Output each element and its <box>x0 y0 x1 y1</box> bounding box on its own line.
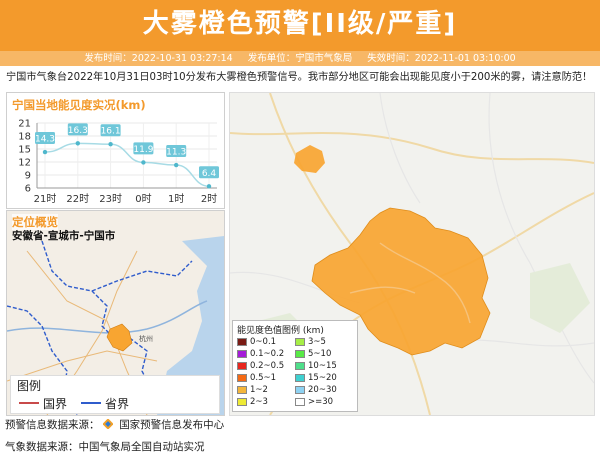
visibility-legend-label: 2~3 <box>250 397 268 407</box>
visibility-legend-label: 20~30 <box>308 385 337 395</box>
x-tick-label: 2时 <box>201 193 217 205</box>
y-tick-label: 15 <box>18 145 31 156</box>
visibility-legend-label: 3~5 <box>308 337 326 347</box>
y-tick-label: 21 <box>18 119 31 130</box>
data-label: 16.1 <box>101 127 121 137</box>
publish-time: 发布时间：2022-10-31 03:27:14 <box>84 53 233 64</box>
visibility-legend-swatch <box>237 349 247 358</box>
warning-source-line: 预警信息数据来源： 国家预警信息发布中心 <box>5 417 224 432</box>
visibility-legend-swatch <box>237 337 247 346</box>
national-boundary-swatch <box>19 402 39 404</box>
visibility-legend-label: 1~2 <box>250 385 268 395</box>
visibility-legend-swatch <box>295 397 305 406</box>
expire-time: 失效时间：2022-11-01 03:10:00 <box>367 53 516 64</box>
visibility-legend-label: 0.1~0.2 <box>250 349 285 359</box>
visibility-legend-item: 1~2 <box>237 385 268 395</box>
location-text: 安徽省-宣城市-宁国市 <box>12 230 116 242</box>
visibility-legend-title: 能见度色值图例 (km) <box>237 326 324 336</box>
data-label: 11.3 <box>166 148 186 158</box>
visibility-legend-swatch <box>295 385 305 394</box>
warning-source-label: 预警信息数据来源： <box>5 419 100 431</box>
visibility-point <box>75 141 81 146</box>
visibility-legend-label: >=30 <box>308 397 334 407</box>
x-tick-label: 0时 <box>135 193 151 205</box>
visibility-point <box>174 162 179 168</box>
y-tick-label: 12 <box>18 158 31 169</box>
boundary-legend: 图例 国界 省界 <box>10 375 220 414</box>
weather-source-line: 气象数据来源：中国气象局全国自动站实况 <box>5 441 205 453</box>
visibility-legend-swatch <box>295 361 305 370</box>
visibility-point <box>141 160 146 165</box>
provincial-boundary-label: 省界 <box>105 397 130 411</box>
visibility-legend-swatch <box>237 373 247 382</box>
visibility-legend-item: >=30 <box>295 397 333 407</box>
visibility-legend-item: 0.5~1 <box>237 373 276 383</box>
warning-center-logo-icon <box>102 418 114 430</box>
data-label: 6.4 <box>202 169 217 179</box>
y-tick-label: 18 <box>18 132 31 143</box>
boundary-legend-title: 图例 <box>17 379 42 393</box>
visibility-color-legend: 能见度色值图例 (km) 0~0.1 3~5 0.1~0.2 5~10 0.2~0.5 1… <box>232 320 358 412</box>
visibility-legend-label: 10~15 <box>308 361 337 371</box>
visibility-legend-label: 15~20 <box>308 373 337 383</box>
visibility-legend-item: 0.2~0.5 <box>237 361 284 371</box>
warning-header: 大雾橙色预警[II级/严重] <box>0 0 600 51</box>
visibility-legend-swatch <box>295 349 305 358</box>
visibility-legend-label: 0.5~1 <box>250 373 277 383</box>
visibility-legend-label: 0.2~0.5 <box>250 361 285 371</box>
visibility-legend-item: 15~20 <box>295 373 337 383</box>
x-tick-label: 23时 <box>99 193 122 205</box>
warning-title: 大雾橙色预警[II级/严重] <box>142 9 458 39</box>
x-tick-label: 22时 <box>66 193 89 205</box>
publisher: 发布单位：宁国市气象局 <box>247 53 353 64</box>
x-tick-label: 21时 <box>34 193 57 205</box>
warning-source-name: 国家预警信息发布中心 <box>119 419 225 431</box>
visibility-legend-item: 2~3 <box>237 397 268 407</box>
visibility-legend-swatch <box>295 337 305 346</box>
visibility-legend-item: 20~30 <box>295 385 337 395</box>
visibility-legend-swatch <box>295 373 305 382</box>
visibility-legend-swatch <box>237 361 247 370</box>
data-label: 16.3 <box>68 126 88 136</box>
map-city-label: 杭州 <box>139 334 153 343</box>
visibility-legend-item: 0~0.1 <box>237 337 276 347</box>
visibility-legend-swatch <box>237 385 247 394</box>
visibility-legend-label: 0~0.1 <box>250 337 277 347</box>
visibility-legend-item: 5~10 <box>295 349 331 359</box>
visibility-point <box>108 142 113 147</box>
visibility-legend-item: 3~5 <box>295 337 326 347</box>
data-label: 14.3 <box>35 135 55 145</box>
y-tick-label: 9 <box>25 171 31 182</box>
visibility-point <box>42 149 48 155</box>
visibility-legend-item: 0.1~0.2 <box>237 349 284 359</box>
visibility-point <box>206 184 212 189</box>
visibility-legend-label: 5~10 <box>308 349 332 359</box>
provincial-boundary-swatch <box>81 402 101 404</box>
visibility-chart-panel: 宁国当地能见度实况(km) 21 18 15 12 9 6 21时 22时 23时 0时 1时 2时 1… <box>6 92 225 209</box>
warning-notice: 宁国市气象台2022年10月31日03时10分发布大雾橙色预警信号。我市部分地区… <box>6 72 593 83</box>
y-tick-label: 6 <box>25 184 31 195</box>
warning-meta-bar: 发布时间：2022-10-31 03:27:14 发布单位：宁国市气象局 失效时… <box>0 51 600 66</box>
data-label: 11.9 <box>133 145 153 155</box>
x-tick-label: 1时 <box>168 193 184 205</box>
visibility-chart: 21 18 15 12 9 621时 22时 23时 0时 1时 2时 14.3 16.3 16.1 11.… <box>18 119 219 205</box>
visibility-legend-item: 10~15 <box>295 361 337 371</box>
national-boundary-label: 国界 <box>43 397 68 411</box>
visibility-legend-swatch <box>237 397 247 406</box>
